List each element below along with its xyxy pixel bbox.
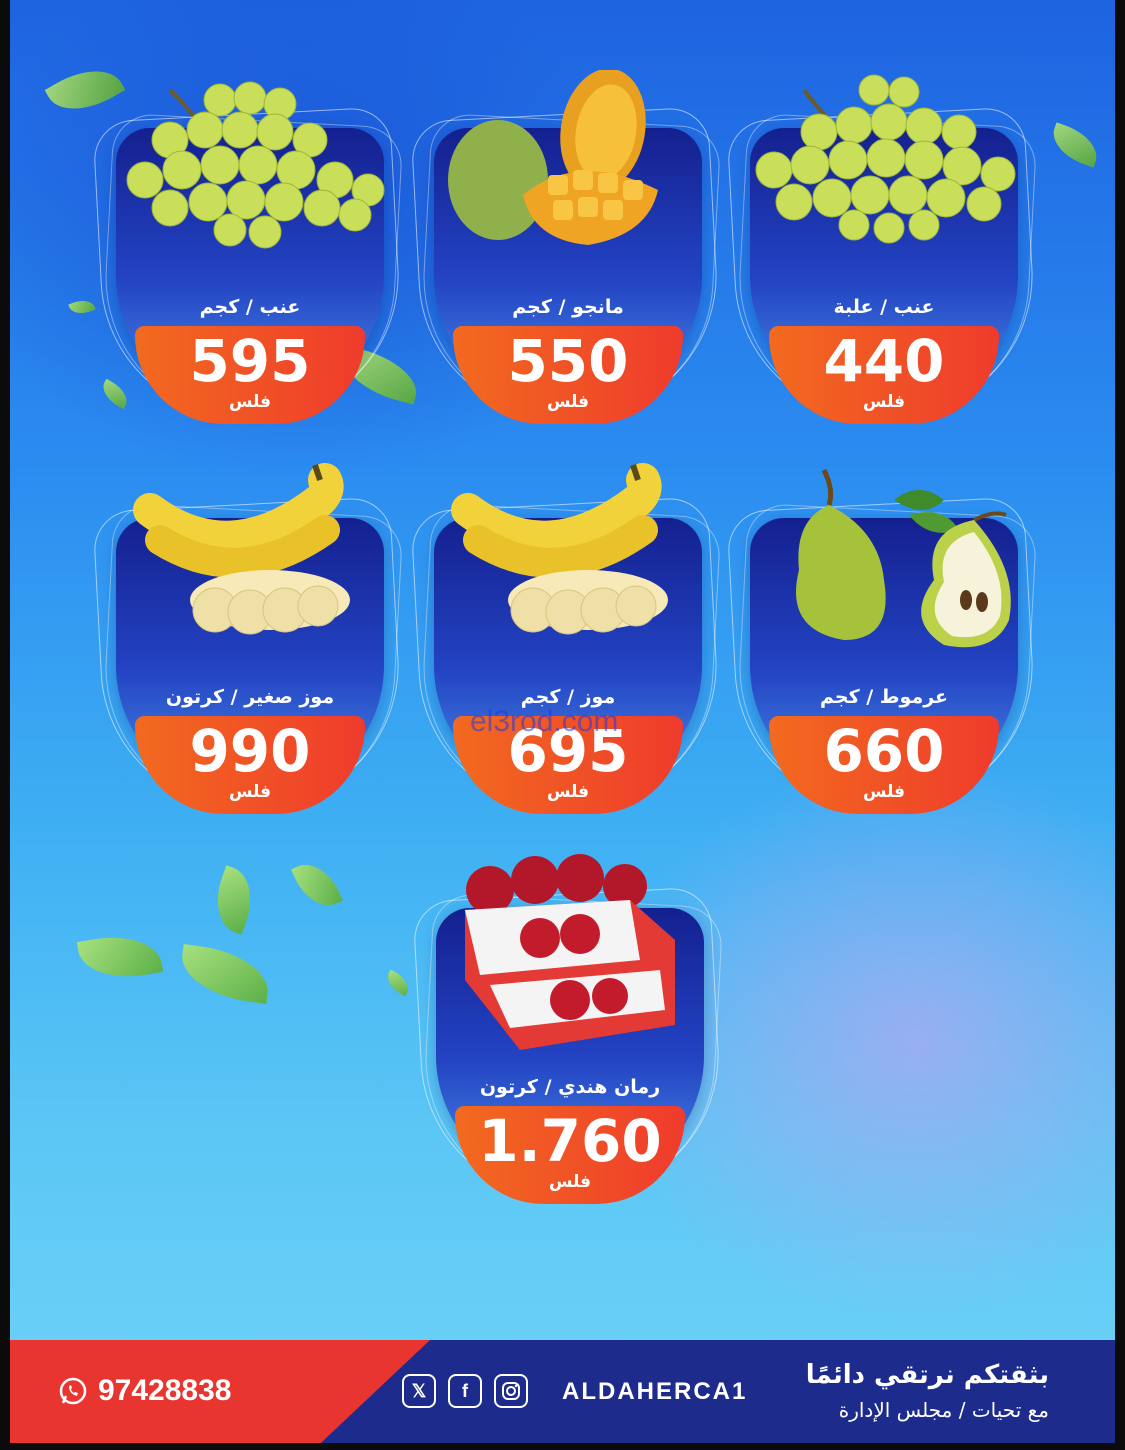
product-card[interactable]: موز صغير / كرتون 990 فلس: [92, 460, 406, 816]
grapes-icon: [126, 81, 385, 249]
price-badge: 660 فلس: [769, 716, 999, 814]
price-unit: فلس: [228, 782, 272, 802]
price-badge: 1.760 فلس: [455, 1106, 685, 1204]
product-name: رمان هندي / كرتون: [479, 1076, 661, 1098]
signature: مع تحيات / مجلس الإدارة: [838, 1398, 1049, 1422]
phone-number: 97428838: [98, 1374, 232, 1407]
whatsapp-icon: [59, 1377, 87, 1405]
leaf-decoration: [1046, 122, 1104, 168]
price-value: 1.760: [478, 1107, 662, 1175]
product-card[interactable]: عنب / كجم 595 فلس: [92, 70, 406, 426]
banana-icon: [451, 463, 668, 635]
price-badge: 595 فلس: [135, 326, 365, 424]
banana-icon: [133, 463, 350, 635]
pear-icon: [796, 468, 1011, 648]
product-card[interactable]: عرموط / كجم 660 فلس: [726, 460, 1040, 816]
price-unit: فلس: [546, 782, 590, 802]
product-name: عنب / علبة: [833, 296, 935, 318]
leaf-decoration: [205, 865, 263, 935]
footer-bar: 97428838 𝕏 f ALDAHERCA1 بثقتكم نرتقي دائ…: [10, 1340, 1115, 1443]
price-badge: 440 فلس: [769, 326, 999, 424]
leaf-decoration: [382, 969, 414, 997]
pomegranate-box-icon: [465, 854, 675, 1050]
mango-icon: [448, 70, 658, 245]
slogan: بثقتكم نرتقي دائمًا: [805, 1360, 1049, 1390]
product-card[interactable]: عنب / علبة 440 فلس: [726, 70, 1040, 426]
product-card[interactable]: رمان هندي / كرتون 1.760 فلس: [412, 850, 726, 1206]
facebook-icon[interactable]: f: [448, 1374, 482, 1408]
leaf-decoration: [68, 296, 96, 318]
price-value: 990: [189, 717, 311, 785]
price-unit: فلس: [862, 782, 906, 802]
product-card[interactable]: مانجو / كجم 550 فلس: [410, 70, 724, 426]
price-badge: 550 فلس: [453, 326, 683, 424]
price-value: 550: [507, 327, 629, 395]
price-unit: فلس: [228, 392, 272, 412]
product-name: موز صغير / كرتون: [165, 686, 335, 708]
x-icon[interactable]: 𝕏: [402, 1374, 436, 1408]
price-value: 660: [823, 717, 945, 785]
social-links: 𝕏 f: [402, 1374, 528, 1408]
product-card[interactable]: موز / كجم 695 فلس: [410, 460, 724, 816]
product-name: مانجو / كجم: [512, 296, 624, 318]
price-unit: فلس: [546, 392, 590, 412]
price-unit: فلس: [862, 392, 906, 412]
leaf-decoration: [177, 943, 273, 1005]
price-badge: 990 فلس: [135, 716, 365, 814]
social-handle[interactable]: ALDAHERCA1: [562, 1378, 747, 1406]
product-name: عرموط / كجم: [819, 686, 949, 708]
leaf-decoration: [291, 855, 343, 915]
flyer-page: عنب / كجم 595 فلس مانجو / كجم 550 فلس عن…: [10, 0, 1115, 1443]
phone-contact[interactable]: 97428838: [58, 1374, 231, 1408]
price-unit: فلس: [548, 1172, 592, 1192]
price-value: 440: [823, 327, 945, 395]
product-name: عنب / كجم: [199, 296, 301, 318]
grapes-icon: [755, 74, 1016, 244]
price-value: 595: [189, 327, 311, 395]
watermark: el3rod.com: [470, 705, 619, 738]
instagram-icon[interactable]: [494, 1374, 528, 1408]
leaf-decoration: [76, 928, 164, 986]
